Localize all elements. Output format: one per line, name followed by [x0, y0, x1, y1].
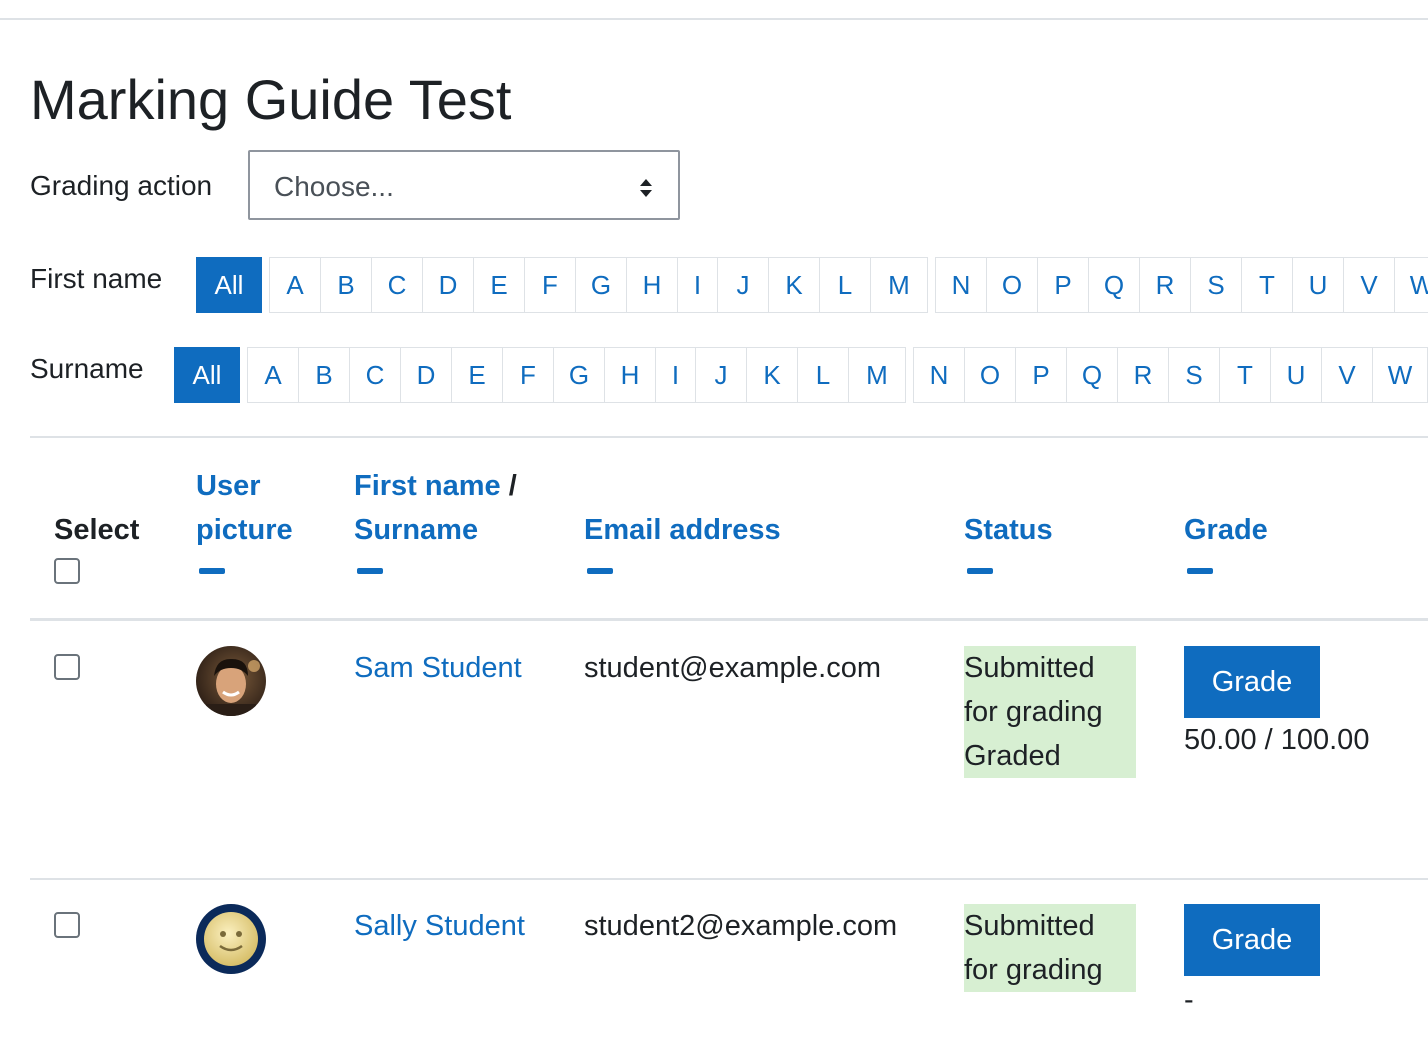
first-name-initial-o-button[interactable]: O [986, 257, 1038, 313]
select-all-checkbox[interactable] [54, 558, 80, 584]
student-name-link[interactable]: Sam Student [354, 652, 522, 685]
email-sort-icon[interactable] [587, 568, 613, 574]
student-email: student@example.com [584, 652, 882, 684]
first-name-initial-c-button[interactable]: C [371, 257, 423, 313]
first-name-initial-a-button[interactable]: A [269, 257, 321, 313]
grade-value: 50.00 / 100.00 [1184, 724, 1370, 756]
grading-action-label: Grading action [30, 170, 213, 201]
surname-initial-j-button[interactable]: J [695, 347, 747, 403]
surname-initial-b-button[interactable]: B [298, 347, 350, 403]
first-name-initial-d-button[interactable]: D [422, 257, 474, 313]
surname-initial-m-button[interactable]: M [848, 347, 906, 403]
first-name-initial-m-button[interactable]: M [870, 257, 928, 313]
user-smiley-icon [196, 904, 266, 974]
table-top-divider [30, 436, 1428, 438]
header-first-name[interactable]: First name [354, 470, 501, 502]
header-slash: / [508, 470, 517, 502]
surname-initial-a-button[interactable]: A [247, 347, 299, 403]
first-name-initial-u-button[interactable]: U [1292, 257, 1344, 313]
row-divider [30, 878, 1428, 880]
grading-action-select[interactable]: Choose... [248, 150, 680, 220]
surname-all-button[interactable]: All [174, 347, 240, 403]
surname-initial-o-button[interactable]: O [964, 347, 1016, 403]
header-user-picture[interactable]: User picture [196, 464, 293, 552]
surname-initial-h-button[interactable]: H [604, 347, 656, 403]
first-name-initial-f-button[interactable]: F [524, 257, 576, 313]
first-name-initial-w-button[interactable]: W [1394, 257, 1428, 313]
header-user-picture-line2: picture [196, 514, 293, 546]
top-divider [0, 18, 1428, 20]
status-line: for grading [964, 696, 1103, 728]
grade-button[interactable]: Grade [1184, 646, 1320, 718]
surname-initial-w-button[interactable]: W [1372, 347, 1428, 403]
surname-initial-s-button[interactable]: S [1168, 347, 1220, 403]
first-name-initial-h-button[interactable]: H [626, 257, 678, 313]
first-name-initial-v-button[interactable]: V [1343, 257, 1395, 313]
status-line: Submitted [964, 910, 1095, 942]
name-sort-icon[interactable] [357, 568, 383, 574]
user-picture-sort-icon[interactable] [199, 568, 225, 574]
surname-initials-bar: All ABCDEFGHIJKLMNOPQRSTUVW [174, 347, 1428, 403]
first-name-initial-q-button[interactable]: Q [1088, 257, 1140, 313]
header-email[interactable]: Email address [584, 508, 781, 552]
header-grade[interactable]: Grade [1184, 508, 1268, 552]
surname-initial-i-button[interactable]: I [655, 347, 696, 403]
first-name-initial-i-button[interactable]: I [677, 257, 718, 313]
surname-initial-p-button[interactable]: P [1015, 347, 1067, 403]
avatar [196, 646, 266, 716]
header-surname[interactable]: Surname [354, 508, 517, 552]
first-name-all-button[interactable]: All [196, 257, 262, 313]
status-badge: Submitted for grading Graded [964, 646, 1136, 778]
header-status[interactable]: Status [964, 508, 1053, 552]
student-email: student2@example.com [584, 910, 898, 942]
header-user-picture-line1: User [196, 470, 261, 502]
row-select-checkbox[interactable] [54, 654, 80, 680]
status-line: Submitted [964, 652, 1095, 684]
first-name-initial-s-button[interactable]: S [1190, 257, 1242, 313]
surname-initial-e-button[interactable]: E [451, 347, 503, 403]
student-name-link[interactable]: Sally Student [354, 910, 525, 943]
first-name-initials-bar: All ABCDEFGHIJKLMNOPQRSTUVW [196, 257, 1428, 313]
table-header-divider [30, 618, 1428, 621]
status-line: for grading [964, 954, 1103, 986]
first-name-initial-t-button[interactable]: T [1241, 257, 1293, 313]
surname-initial-q-button[interactable]: Q [1066, 347, 1118, 403]
status-sort-icon[interactable] [967, 568, 993, 574]
surname-initial-g-button[interactable]: G [553, 347, 605, 403]
surname-initial-v-button[interactable]: V [1321, 347, 1373, 403]
grade-value: - [1184, 984, 1194, 1016]
user-photo-icon [196, 646, 266, 716]
first-name-initial-e-button[interactable]: E [473, 257, 525, 313]
avatar [196, 904, 266, 974]
first-name-initial-k-button[interactable]: K [768, 257, 820, 313]
status-line: Graded [964, 740, 1061, 772]
surname-initial-t-button[interactable]: T [1219, 347, 1271, 403]
surname-initial-c-button[interactable]: C [349, 347, 401, 403]
row-select-checkbox[interactable] [54, 912, 80, 938]
surname-initial-l-button[interactable]: L [797, 347, 849, 403]
first-name-initial-r-button[interactable]: R [1139, 257, 1191, 313]
page-title: Marking Guide Test [30, 68, 512, 131]
first-name-initial-p-button[interactable]: P [1037, 257, 1089, 313]
header-name: First name / Surname [354, 464, 517, 552]
grade-sort-icon[interactable] [1187, 568, 1213, 574]
first-name-filter-label: First name [30, 263, 163, 294]
select-arrows-icon [640, 179, 652, 197]
header-select: Select [54, 514, 140, 546]
surname-initial-r-button[interactable]: R [1117, 347, 1169, 403]
surname-initial-u-button[interactable]: U [1270, 347, 1322, 403]
surname-filter-label: Surname [30, 353, 144, 384]
first-name-initial-n-button[interactable]: N [935, 257, 987, 313]
surname-initial-n-button[interactable]: N [913, 347, 965, 403]
surname-initial-k-button[interactable]: K [746, 347, 798, 403]
grading-action-selected: Choose... [274, 171, 394, 202]
first-name-initial-l-button[interactable]: L [819, 257, 871, 313]
first-name-initial-b-button[interactable]: B [320, 257, 372, 313]
first-name-initial-g-button[interactable]: G [575, 257, 627, 313]
surname-initial-f-button[interactable]: F [502, 347, 554, 403]
status-badge: Submitted for grading [964, 904, 1136, 992]
grade-button[interactable]: Grade [1184, 904, 1320, 976]
surname-initial-d-button[interactable]: D [400, 347, 452, 403]
first-name-initial-j-button[interactable]: J [717, 257, 769, 313]
